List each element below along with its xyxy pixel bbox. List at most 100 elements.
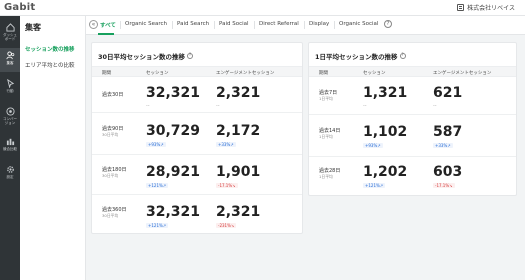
tab-divider [172, 21, 173, 29]
tab-direct-referral[interactable]: Direct Referral [259, 21, 299, 27]
row-subtitle: 30日平均 [102, 173, 119, 178]
table-header: 期間 セッション エンゲージメントセッション [92, 66, 302, 77]
row-subtitle: 1日平均 [319, 96, 333, 101]
engaged-value: 1,901 [216, 164, 261, 180]
session-change-badge: +93%↗ [363, 143, 383, 148]
cursor-icon [6, 79, 14, 88]
engaged-change: -- [433, 103, 437, 109]
rail-item-acquisition[interactable]: 集客 [0, 48, 20, 72]
tab-organic-social[interactable]: Organic Social [339, 21, 378, 27]
engaged-value: 621 [433, 85, 463, 101]
row-period: 過去90日 [102, 126, 124, 132]
tab-divider [304, 21, 305, 29]
row-period: 過去360日 [102, 207, 127, 213]
tab-display[interactable]: Display [309, 21, 329, 27]
table-row: 過去180日 30日平均 28,921 +121%↗ 1,901 -17.1%↘ [92, 157, 302, 195]
engaged-value: 587 [433, 124, 463, 140]
engaged-change-badge: +33%↗ [433, 143, 453, 148]
session-value: 32,321 [146, 204, 201, 220]
tab-divider [214, 21, 215, 29]
rail-item-conversion[interactable]: コンバー ジョン [0, 104, 20, 128]
tab-paid-social[interactable]: Paid Social [219, 21, 249, 27]
row-subtitle: 30日平均 [102, 132, 119, 137]
engaged-value: 2,321 [216, 85, 261, 101]
top-bar: Gabit 株式会社リベイス [0, 0, 525, 16]
rail-item-settings[interactable]: 設定 [0, 162, 20, 186]
rail-item-competitor[interactable]: 競合比較 [0, 134, 20, 158]
engaged-value: 603 [433, 164, 463, 180]
session-change-badge: +121%↗ [363, 183, 386, 188]
session-value: 1,321 [363, 85, 408, 101]
rail-item-dashboard[interactable]: ダッシュ ボード [0, 20, 20, 44]
target-icon [5, 107, 15, 116]
tab-divider [334, 21, 335, 29]
card-title: 30日平均セッション数の推移 ? [98, 51, 194, 61]
rail-label: 競合比較 [3, 147, 17, 151]
row-period: 過去30日 [102, 92, 124, 98]
row-period: 過去28日 [319, 168, 341, 174]
help-icon[interactable]: ? [187, 53, 194, 59]
building-icon [457, 4, 465, 11]
rail-item-behavior[interactable]: 行動 [0, 76, 20, 100]
column-header-engaged: エンゲージメントセッション [216, 71, 275, 76]
row-period: 過去14日 [319, 128, 341, 134]
rail-label: ダッシュ ボード [3, 33, 17, 41]
help-icon[interactable]: ? [399, 53, 406, 59]
rail-label: 集客 [6, 61, 14, 65]
column-header-period: 期間 [319, 71, 328, 76]
engaged-change: -- [216, 103, 220, 109]
row-period: 過去180日 [102, 167, 127, 173]
session-change-badge: +93%↗ [146, 142, 166, 147]
compare-icon [6, 138, 14, 146]
card-title-text: 1日平均セッション数の推移 [315, 53, 398, 61]
tab-all[interactable]: すべて [100, 21, 116, 29]
row-period: 過去7日 [319, 90, 338, 96]
icon-rail: ダッシュ ボード 集客 行動 コンバー ジョン 競合比較 設定 [0, 16, 20, 280]
help-icon[interactable]: ? [384, 20, 392, 28]
home-icon [5, 23, 15, 32]
company-name: 株式会社リベイス [467, 5, 515, 12]
table-row: 過去90日 30日平均 30,729 +93%↗ 2,172 +33%↗ [92, 117, 302, 155]
table-row: 過去14日 1日平均 1,102 +93%↗ 587 +33%↗ [309, 117, 516, 157]
rail-label: コンバー ジョン [3, 117, 17, 125]
active-tab-indicator [98, 33, 114, 35]
subnav-item-session-trend[interactable]: セッション数の推移 [25, 45, 85, 53]
collapse-sidebar-button[interactable]: « [89, 20, 98, 29]
engaged-change-badge: -231%↘ [216, 223, 237, 228]
row-subtitle: 1日平均 [319, 174, 333, 179]
gear-icon [6, 166, 14, 173]
engaged-change-badge: +33%↗ [216, 142, 236, 147]
table-row: 過去360日 30日平均 32,321 +121%↗ 2,321 -231%↘ [92, 197, 302, 233]
table-row: 過去7日 1日平均 1,321 -- 621 -- [309, 77, 516, 115]
table-row: 過去28日 1日平均 1,202 +121%↗ 603 -17.1%↘ [309, 157, 516, 195]
card-title-text: 30日平均セッション数の推移 [98, 53, 186, 61]
company-switcher[interactable]: 株式会社リベイス [457, 3, 515, 12]
engaged-change-badge: -17.1%↘ [216, 183, 238, 188]
session-change-badge: +121%↗ [146, 223, 169, 228]
section-title: 集客 [25, 23, 41, 32]
row-subtitle: 30日平均 [102, 213, 119, 218]
tab-organic-search[interactable]: Organic Search [125, 21, 167, 27]
channel-tabs: « すべて Organic Search Paid Search Paid So… [86, 16, 525, 35]
users-icon [5, 51, 14, 60]
table-header: 期間 セッション エンゲージメントセッション [309, 66, 516, 77]
tab-divider [120, 21, 121, 29]
session-change: -- [146, 103, 150, 109]
session-value: 1,102 [363, 124, 408, 140]
daily-average-card: 1日平均セッション数の推移 ? 期間 セッション エンゲージメントセッション 過… [308, 42, 517, 196]
sub-navigation: 集客 セッション数の推移 エリア平均との比較 [20, 16, 86, 280]
tab-paid-search[interactable]: Paid Search [177, 21, 209, 27]
engaged-value: 2,172 [216, 123, 261, 139]
session-value: 28,921 [146, 164, 201, 180]
column-header-period: 期間 [102, 71, 111, 76]
rail-label: 設定 [6, 175, 14, 179]
app-logo[interactable]: Gabit [4, 2, 35, 13]
column-header-engaged: エンゲージメントセッション [433, 71, 492, 76]
subnav-item-area-comparison[interactable]: エリア平均との比較 [25, 61, 85, 69]
session-value: 30,729 [146, 123, 201, 139]
rail-label: 行動 [6, 89, 14, 93]
session-change-badge: +121%↗ [146, 183, 169, 188]
engaged-change-badge: -17.1%↘ [433, 183, 455, 188]
session-value: 32,321 [146, 85, 201, 101]
column-header-session: セッション [146, 71, 169, 76]
